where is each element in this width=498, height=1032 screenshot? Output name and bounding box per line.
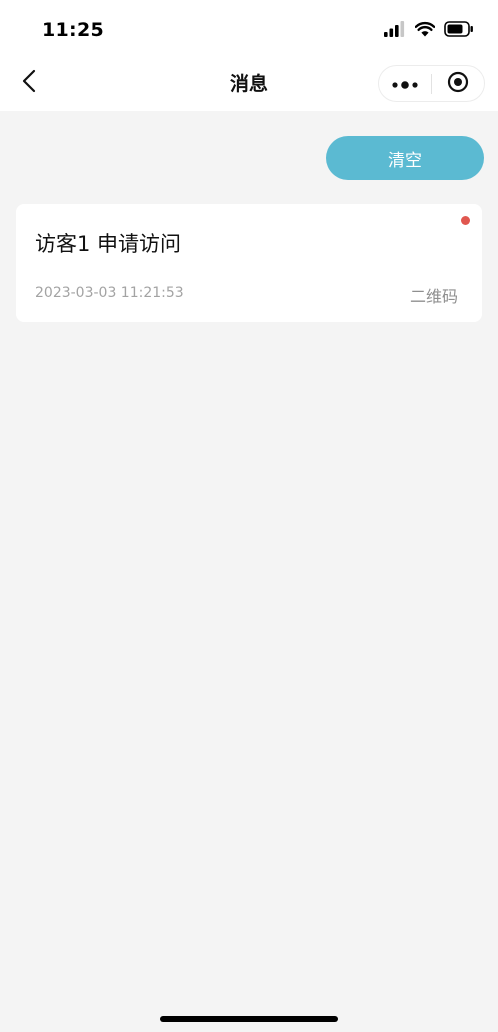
home-indicator[interactable] bbox=[160, 1016, 338, 1022]
message-time: 2023-03-03 11:21:53 bbox=[35, 285, 184, 301]
battery-icon bbox=[444, 21, 474, 41]
close-mini-program-button[interactable] bbox=[432, 66, 484, 101]
more-dots-icon bbox=[392, 74, 418, 93]
message-title: 访客1 申请访问 bbox=[35, 232, 182, 256]
clear-button[interactable]: 清空 bbox=[326, 136, 484, 180]
target-icon bbox=[447, 71, 469, 97]
status-icons bbox=[384, 21, 474, 41]
status-bar: 11:25 bbox=[0, 0, 498, 56]
message-type: 二维码 bbox=[409, 287, 458, 306]
unread-dot bbox=[461, 216, 470, 225]
more-button[interactable] bbox=[379, 66, 431, 101]
signal-icon bbox=[384, 21, 406, 41]
mini-program-capsule bbox=[378, 65, 485, 102]
wifi-icon bbox=[414, 21, 436, 41]
header-area: 11:25 消息 bbox=[0, 0, 498, 111]
navigation-bar: 消息 bbox=[0, 56, 498, 111]
message-card[interactable]: 访客1 申请访问 2023-03-03 11:21:53 二维码 bbox=[16, 204, 482, 322]
status-time: 11:25 bbox=[42, 19, 104, 41]
